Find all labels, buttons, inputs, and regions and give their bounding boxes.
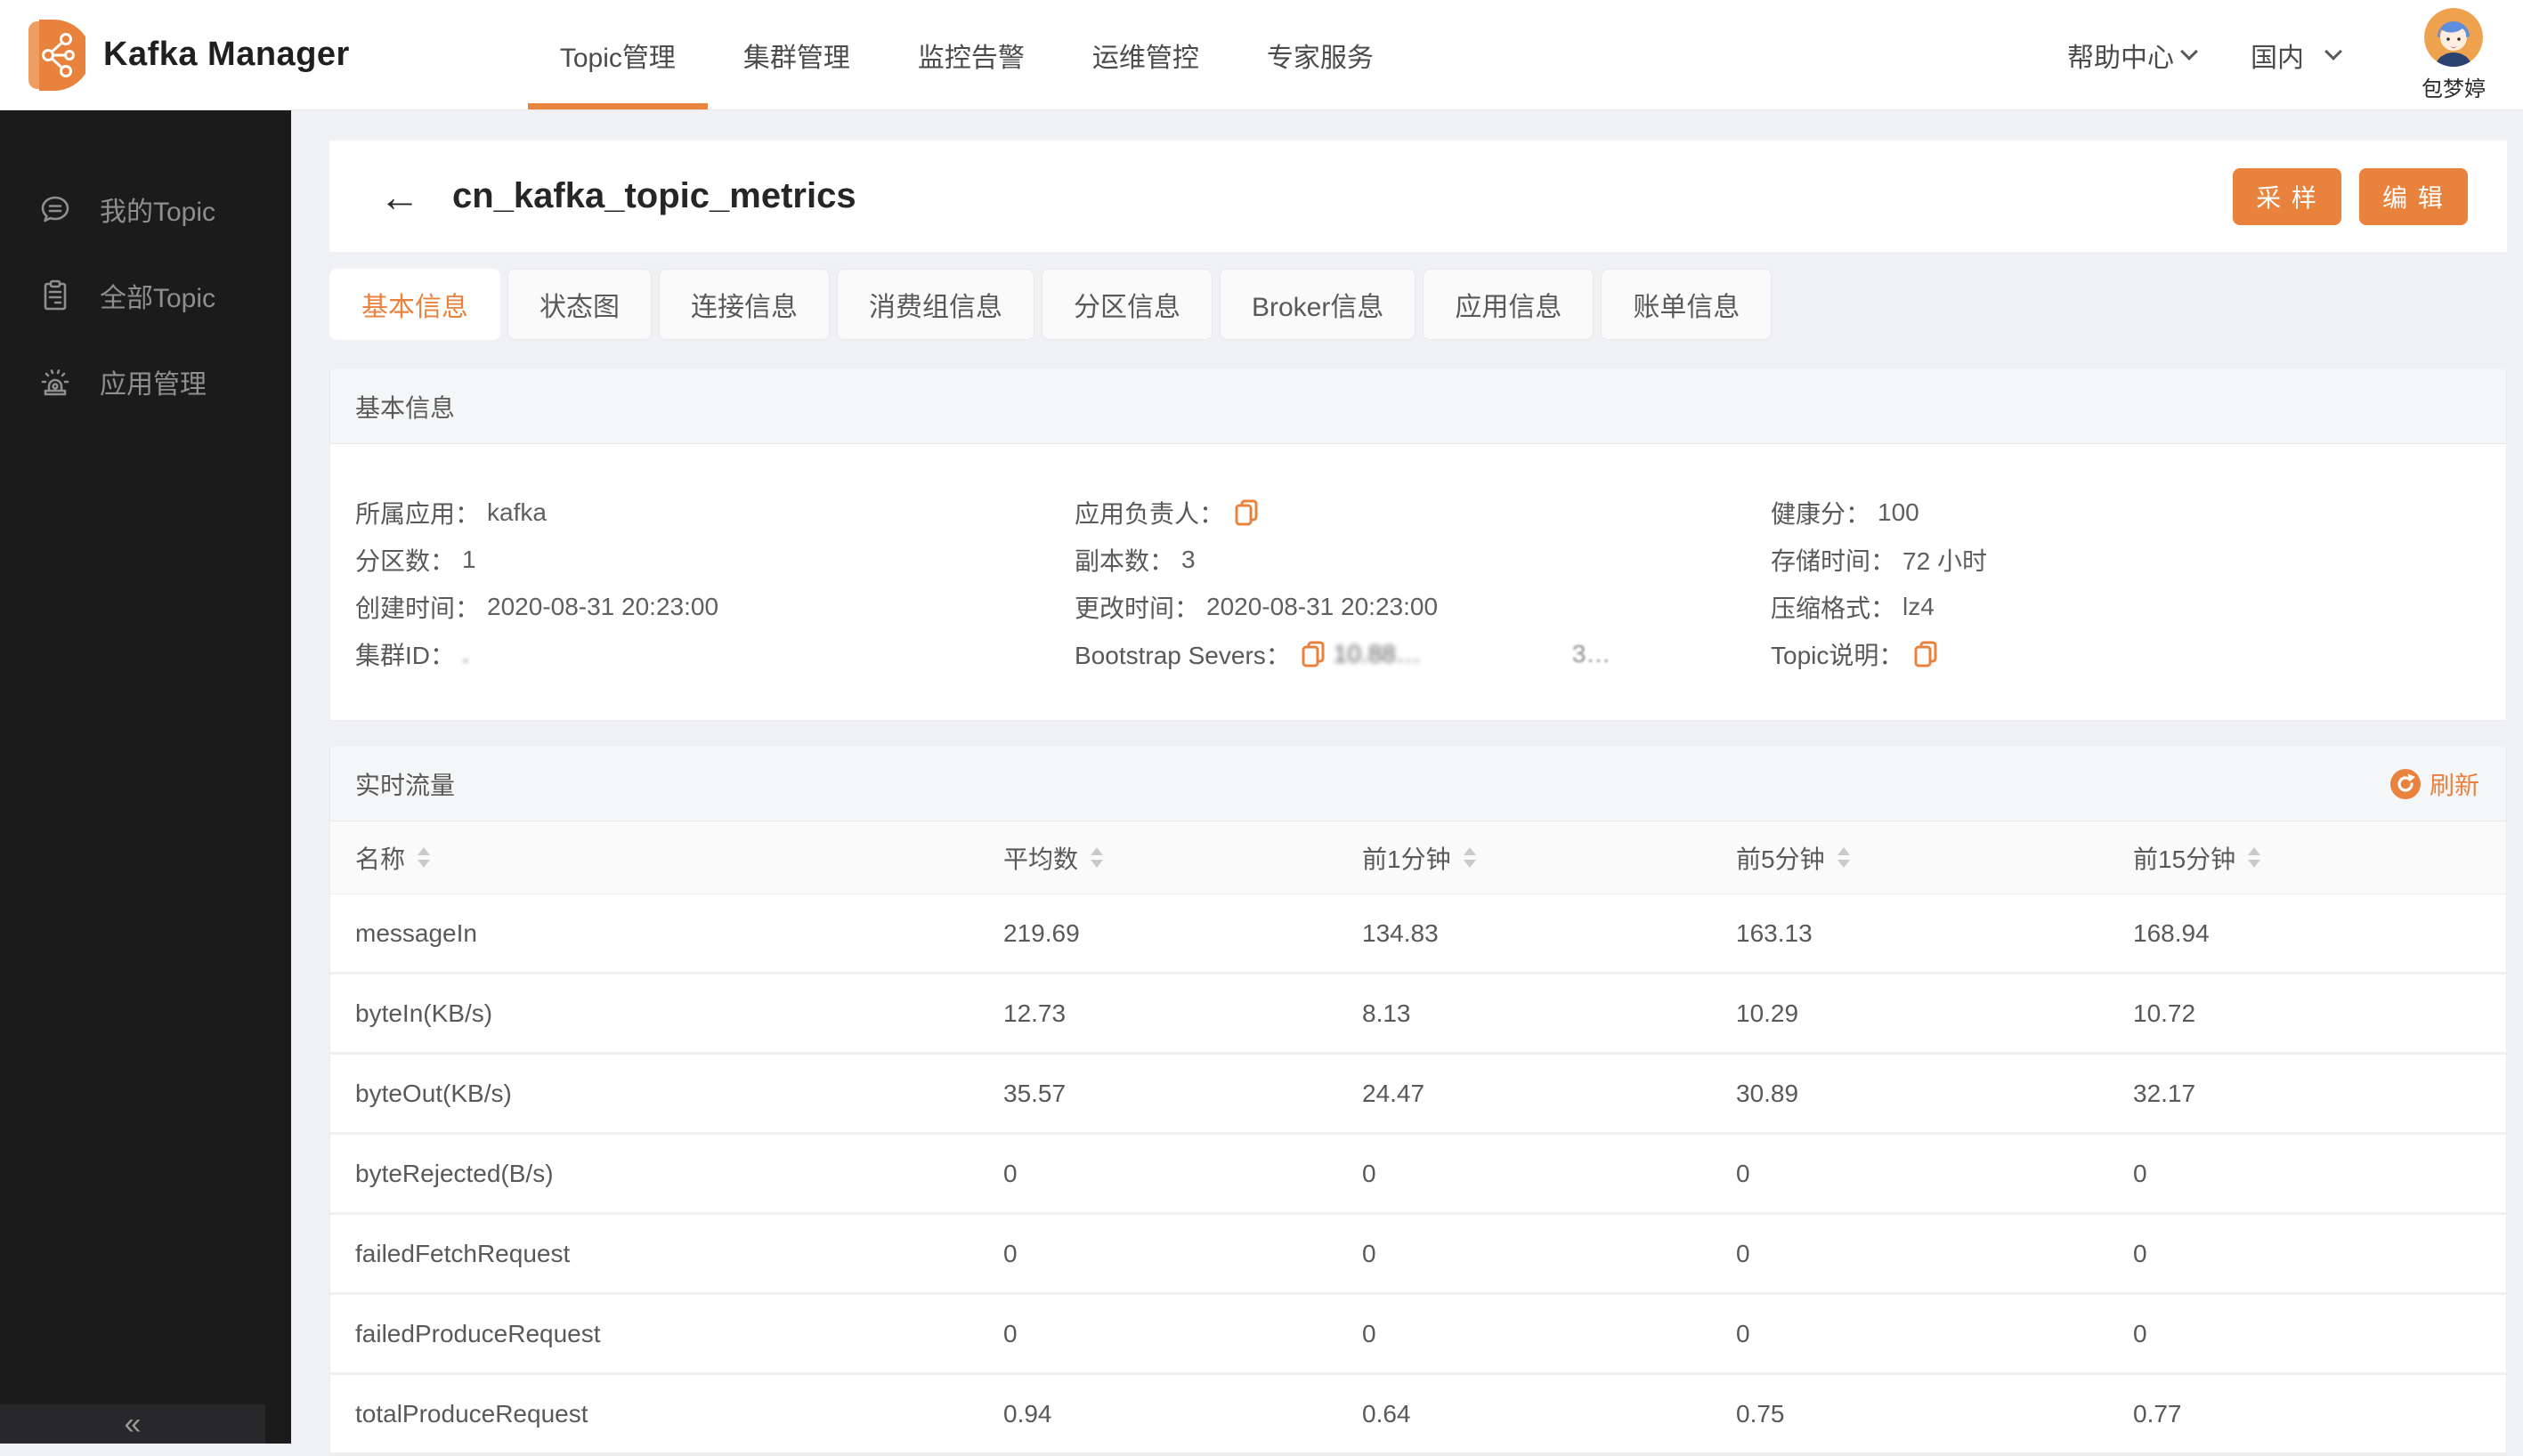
main-nav: Topic管理 集群管理 监控告警 运维管控 专家服务 [526,0,1408,109]
sort-control[interactable] [1091,847,1103,868]
field-health-score: 健康分： 100 [1771,495,2506,530]
sidebar-item-label: 我的Topic [100,190,215,229]
nav-item-topic[interactable]: Topic管理 [526,0,710,109]
username: 包梦婷 [2422,71,2486,102]
nav-item-cluster[interactable]: 集群管理 [710,0,884,109]
col-header-avg: 平均数 [1003,840,1362,876]
field-modify-time: 更改时间： 2020-08-31 20:23:00 [1075,589,1771,625]
col-header-last1min: 前1分钟 [1362,840,1736,876]
title-actions: 采 样 编 辑 [2233,168,2468,225]
field-partition-count: 分区数： 1 [355,542,1075,578]
sidebar-collapse-button[interactable]: « [0,1404,265,1444]
tab-basic-info[interactable]: 基本信息 [329,269,500,340]
refresh-icon [2390,769,2421,799]
nav-item-monitor[interactable]: 监控告警 [884,0,1059,109]
field-cluster-id: 集群ID： . [355,636,1075,672]
field-retention-time: 存储时间： 72 小时 [1771,542,2506,578]
table-row: byteIn(KB/s) 12.73 8.13 10.29 10.72 [330,975,2506,1055]
page-title: cn_kafka_topic_metrics [452,176,856,216]
copy-icon[interactable] [1912,640,1939,668]
basic-info-title: 基本信息 [355,389,455,425]
tab-broker-info[interactable]: Broker信息 [1220,269,1416,340]
chat-bubble-icon [37,191,73,227]
sidebar-item-label: 应用管理 [100,362,207,401]
chevron-down-icon [2324,43,2342,61]
realtime-traffic-panel: 实时流量 刷新 名称 平均数 前1分钟 [329,747,2507,1456]
refresh-label: 刷新 [2430,766,2479,802]
copy-icon[interactable] [1233,498,1260,527]
region-menu[interactable]: 国内 [2251,36,2340,75]
avatar [2424,8,2483,67]
help-center-menu[interactable]: 帮助中心 [2067,36,2195,75]
sidebar-item-app-management[interactable]: 应用管理 [0,338,291,425]
table-row: failedProduceRequest 0 0 0 0 [330,1295,2506,1375]
top-navbar: Kafka Manager Topic管理 集群管理 监控告警 运维管控 专家服… [0,0,2523,110]
refresh-button[interactable]: 刷新 [2390,766,2479,802]
metrics-table-header: 名称 平均数 前1分钟 前5分钟 前15分钟 [330,821,2506,894]
realtime-title: 实时流量 [355,766,455,802]
sidebar-item-my-topic[interactable]: 我的Topic [0,166,291,252]
sidebar-item-label: 全部Topic [100,276,215,315]
field-bootstrap-servers: Bootstrap Severs： 10.88… 3… [1075,636,1771,672]
clipboard-icon [37,278,73,313]
user-menu[interactable]: 包梦婷 [2422,8,2486,102]
tab-connection-info[interactable]: 连接信息 [659,269,830,340]
table-row: messageIn 219.69 134.83 163.13 168.94 [330,894,2506,975]
col-header-last15min: 前15分钟 [2133,840,2506,876]
topic-tabs: 基本信息 状态图 连接信息 消费组信息 分区信息 Broker信息 应用信息 账… [329,269,2507,340]
field-app-principal: 应用负责人： [1075,495,1771,530]
alarm-icon [37,364,73,400]
field-compression: 压缩格式： lz4 [1771,589,2506,625]
app-title: Kafka Manager [103,36,350,74]
nav-item-expert[interactable]: 专家服务 [1233,0,1408,109]
sort-control[interactable] [1464,847,1476,868]
collapse-icon: « [125,1409,142,1439]
tab-bill-info[interactable]: 账单信息 [1601,269,1772,340]
nav-item-ops[interactable]: 运维管控 [1059,0,1233,109]
sort-control[interactable] [418,847,430,868]
region-label: 国内 [2251,36,2304,75]
kafka-manager-logo-icon [23,15,85,95]
col-header-last5min: 前5分钟 [1736,840,2133,876]
field-create-time: 创建时间： 2020-08-31 20:23:00 [355,589,1075,625]
tab-app-info[interactable]: 应用信息 [1423,269,1594,340]
table-row: failedFetchRequest 0 0 0 0 [330,1215,2506,1295]
sidebar-item-all-topic[interactable]: 全部Topic [0,252,291,338]
tab-partition-info[interactable]: 分区信息 [1042,269,1213,340]
sample-button[interactable]: 采 样 [2233,168,2341,225]
realtime-panel-header: 实时流量 刷新 [330,747,2506,821]
tab-status-chart[interactable]: 状态图 [507,269,652,340]
field-owner-app: 所属应用： kafka [355,495,1075,530]
table-row: byteOut(KB/s) 35.57 24.47 30.89 32.17 [330,1055,2506,1135]
tab-consumer-group-info[interactable]: 消费组信息 [837,269,1034,340]
basic-info-fields: 所属应用： kafka 应用负责人： 健康分： 100 分区数： 1 副本数： … [330,444,2506,720]
basic-info-panel: 基本信息 所属应用： kafka 应用负责人： 健康分： 100 分区数： 1 [329,369,2507,721]
help-center-label: 帮助中心 [2067,36,2174,75]
edit-button[interactable]: 编 辑 [2359,168,2468,225]
field-replica-count: 副本数： 3 [1075,542,1771,578]
chevron-down-icon [2180,43,2198,61]
sort-control[interactable] [2248,847,2260,868]
back-arrow-icon[interactable]: ← [379,176,420,217]
col-header-name: 名称 [355,840,1003,876]
sidebar: 我的Topic 全部Topic [0,110,291,1444]
copy-icon[interactable] [1300,640,1326,668]
sort-control[interactable] [1837,847,1850,868]
basic-info-panel-header: 基本信息 [330,369,2506,444]
field-topic-description: Topic说明： [1771,636,2506,672]
table-row: byteRejected(B/s) 0 0 0 0 [330,1135,2506,1215]
navbar-right: 帮助中心 国内 包梦婷 [2067,8,2486,102]
main-content: ← cn_kafka_topic_metrics 采 样 编 辑 基本信息 状态… [329,141,2507,1456]
topic-header: ← cn_kafka_topic_metrics 采 样 编 辑 [329,141,2507,252]
